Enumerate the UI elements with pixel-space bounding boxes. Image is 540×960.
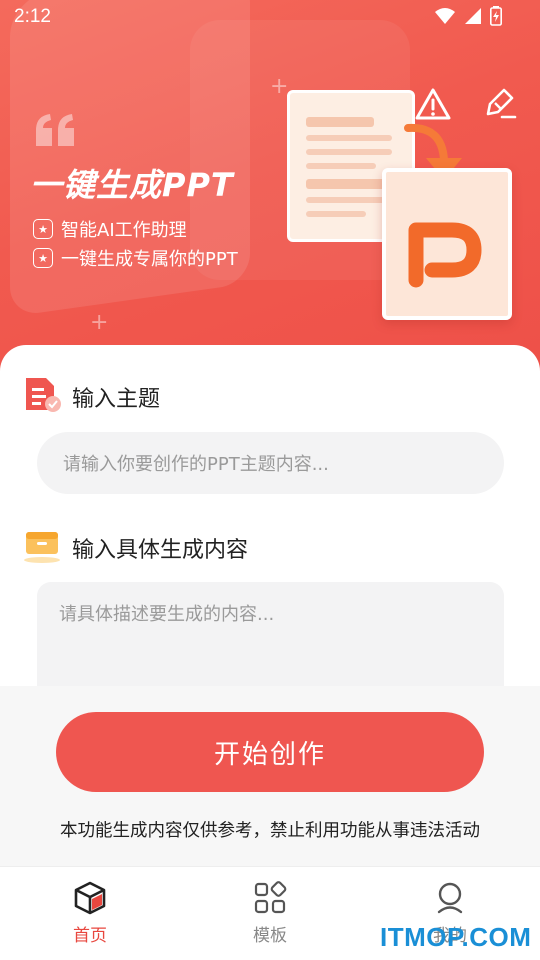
document-topic-icon [26, 378, 61, 412]
start-create-button[interactable]: 开始创作 [56, 712, 484, 792]
content-textarea-placeholder: 请具体描述要生成的内容... [59, 604, 275, 625]
hero-title: 一键生成PPT [30, 166, 234, 204]
status-icons [434, 6, 502, 26]
quote-icon [36, 114, 74, 146]
battery-icon [490, 6, 502, 26]
profile-icon [437, 882, 463, 914]
hero-banner: + + 一键生成PPT ★ 智能AI工作助理 ★ 一键生成专属你的PPT [0, 0, 540, 380]
content-section-label: 输入具体生成内容 [72, 538, 249, 563]
ppt-file-illustration [382, 168, 512, 320]
star-badge-icon: ★ [33, 219, 53, 239]
disclaimer-text: 本功能生成内容仅供参考，禁止利用功能从事违法活动 [60, 821, 480, 841]
signal-icon [465, 8, 481, 24]
pen-edit-icon[interactable] [482, 86, 518, 122]
plus-decor-icon: + [90, 310, 109, 335]
topic-input-placeholder: 请输入你要创作的PPT主题内容... [63, 454, 329, 475]
wifi-icon [435, 8, 455, 24]
content-box-icon [24, 532, 60, 563]
hero-feature-item: ★ 一键生成专属你的PPT [33, 245, 238, 271]
topic-input[interactable]: 请输入你要创作的PPT主题内容... [37, 432, 504, 494]
status-time: 2:12 [14, 6, 51, 27]
warning-icon[interactable] [414, 86, 452, 122]
content-textarea[interactable]: 请具体描述要生成的内容... [37, 582, 504, 692]
home-cube-icon [74, 881, 106, 915]
hero-feature-label: 一键生成专属你的PPT [61, 249, 238, 270]
template-grid-icon [254, 881, 287, 914]
topic-section-label: 输入主题 [72, 387, 161, 412]
hero-feature-item: ★ 智能AI工作助理 [33, 216, 187, 242]
hero-feature-label: 智能AI工作助理 [61, 220, 187, 241]
watermark-text: ITMOP.COM [380, 922, 532, 952]
status-bar: 2:12 [0, 0, 540, 36]
tab-home[interactable]: 首页 [30, 867, 150, 960]
star-badge-icon: ★ [33, 248, 53, 268]
tab-home-label: 首页 [73, 926, 107, 946]
tab-templates-label: 模板 [253, 926, 287, 946]
ppt-logo-icon [408, 222, 482, 288]
plus-decor-icon: + [270, 74, 289, 99]
tab-templates[interactable]: 模板 [210, 867, 330, 960]
